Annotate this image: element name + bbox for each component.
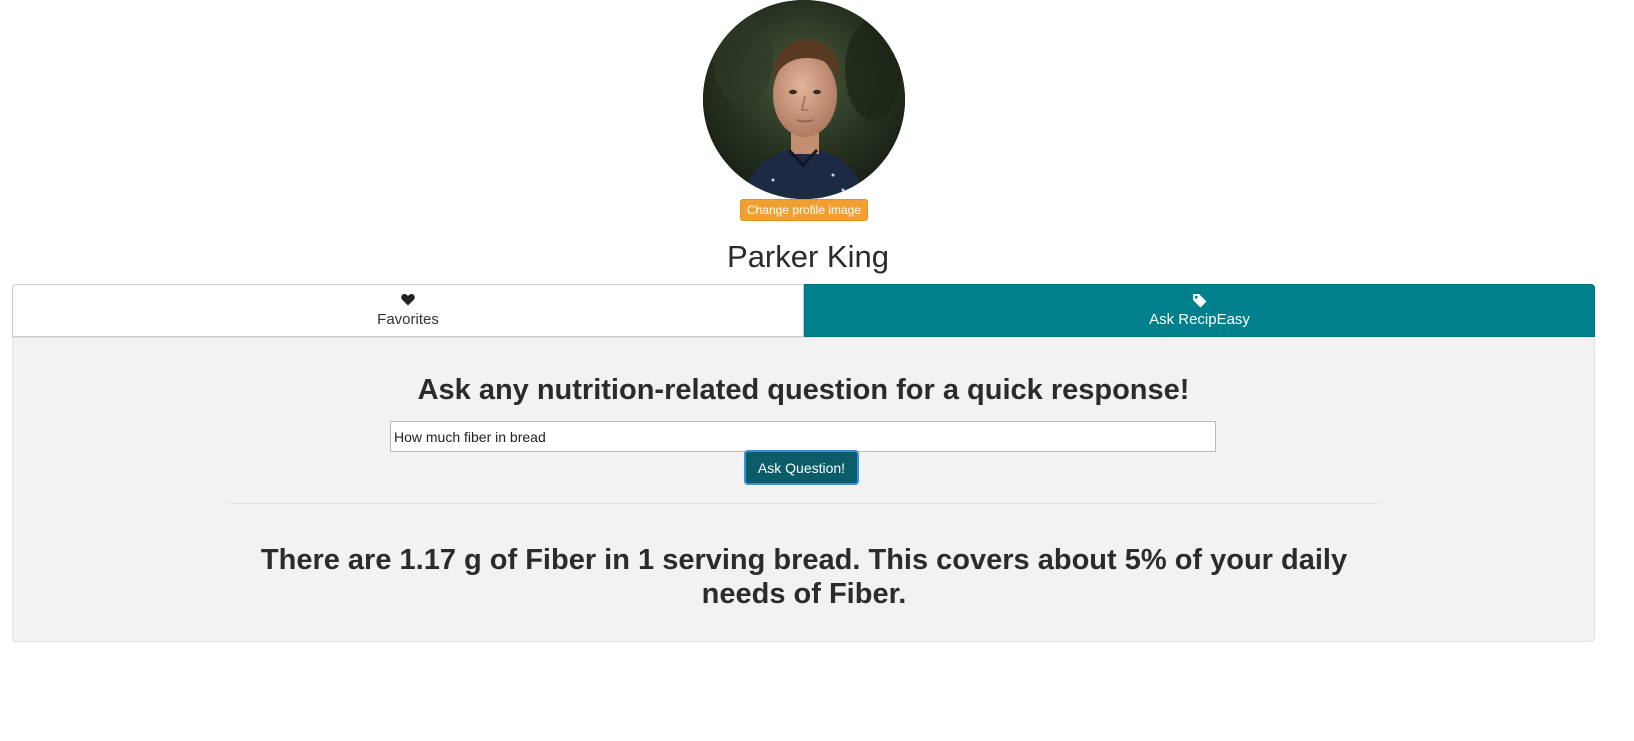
tab-ask-recipeasy[interactable]: Ask RecipEasy (804, 284, 1595, 337)
profile-tabs: Favorites Ask RecipEasy (12, 284, 1595, 337)
ask-panel: Ask any nutrition-related question for a… (12, 337, 1595, 642)
tab-ask-recipeasy-label: Ask RecipEasy (1149, 311, 1250, 328)
heart-icon (401, 293, 415, 309)
tab-favorites-label: Favorites (377, 311, 439, 328)
change-profile-image-button[interactable]: Change profile image (740, 199, 868, 221)
ask-question-button[interactable]: Ask Question! (744, 450, 859, 485)
profile-photo (703, 0, 905, 199)
question-input[interactable] (390, 421, 1216, 452)
tab-favorites[interactable]: Favorites (12, 284, 804, 337)
tag-icon (1192, 293, 1208, 309)
avatar (703, 0, 905, 199)
profile-page: Change profile image Parker King Favorit… (0, 0, 1634, 741)
divider (228, 503, 1380, 504)
ask-heading: Ask any nutrition-related question for a… (417, 374, 1190, 406)
answer-text: There are 1.17 g of Fiber in 1 serving b… (260, 544, 1348, 610)
user-name: Parker King (727, 239, 889, 274)
